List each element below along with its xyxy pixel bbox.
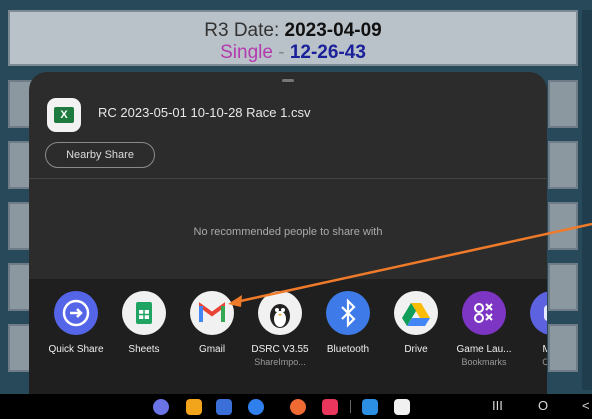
gmail-taskbar-icon[interactable] [394, 399, 410, 415]
annotation-arrow [228, 222, 592, 307]
taskbar-app-icon[interactable] [153, 399, 169, 415]
messages-icon[interactable] [248, 399, 264, 415]
taskbar-divider [350, 400, 351, 413]
home-button[interactable]: O [538, 398, 548, 413]
contacts-icon[interactable] [290, 399, 306, 415]
taskbar: III O < [0, 394, 592, 419]
back-button[interactable]: < [582, 398, 590, 413]
keyboard-icon[interactable] [362, 399, 378, 415]
calendar-icon[interactable] [216, 399, 232, 415]
gallery-icon[interactable] [322, 399, 338, 415]
recent-apps-button[interactable]: III [492, 398, 503, 413]
folder-icon[interactable] [186, 399, 202, 415]
